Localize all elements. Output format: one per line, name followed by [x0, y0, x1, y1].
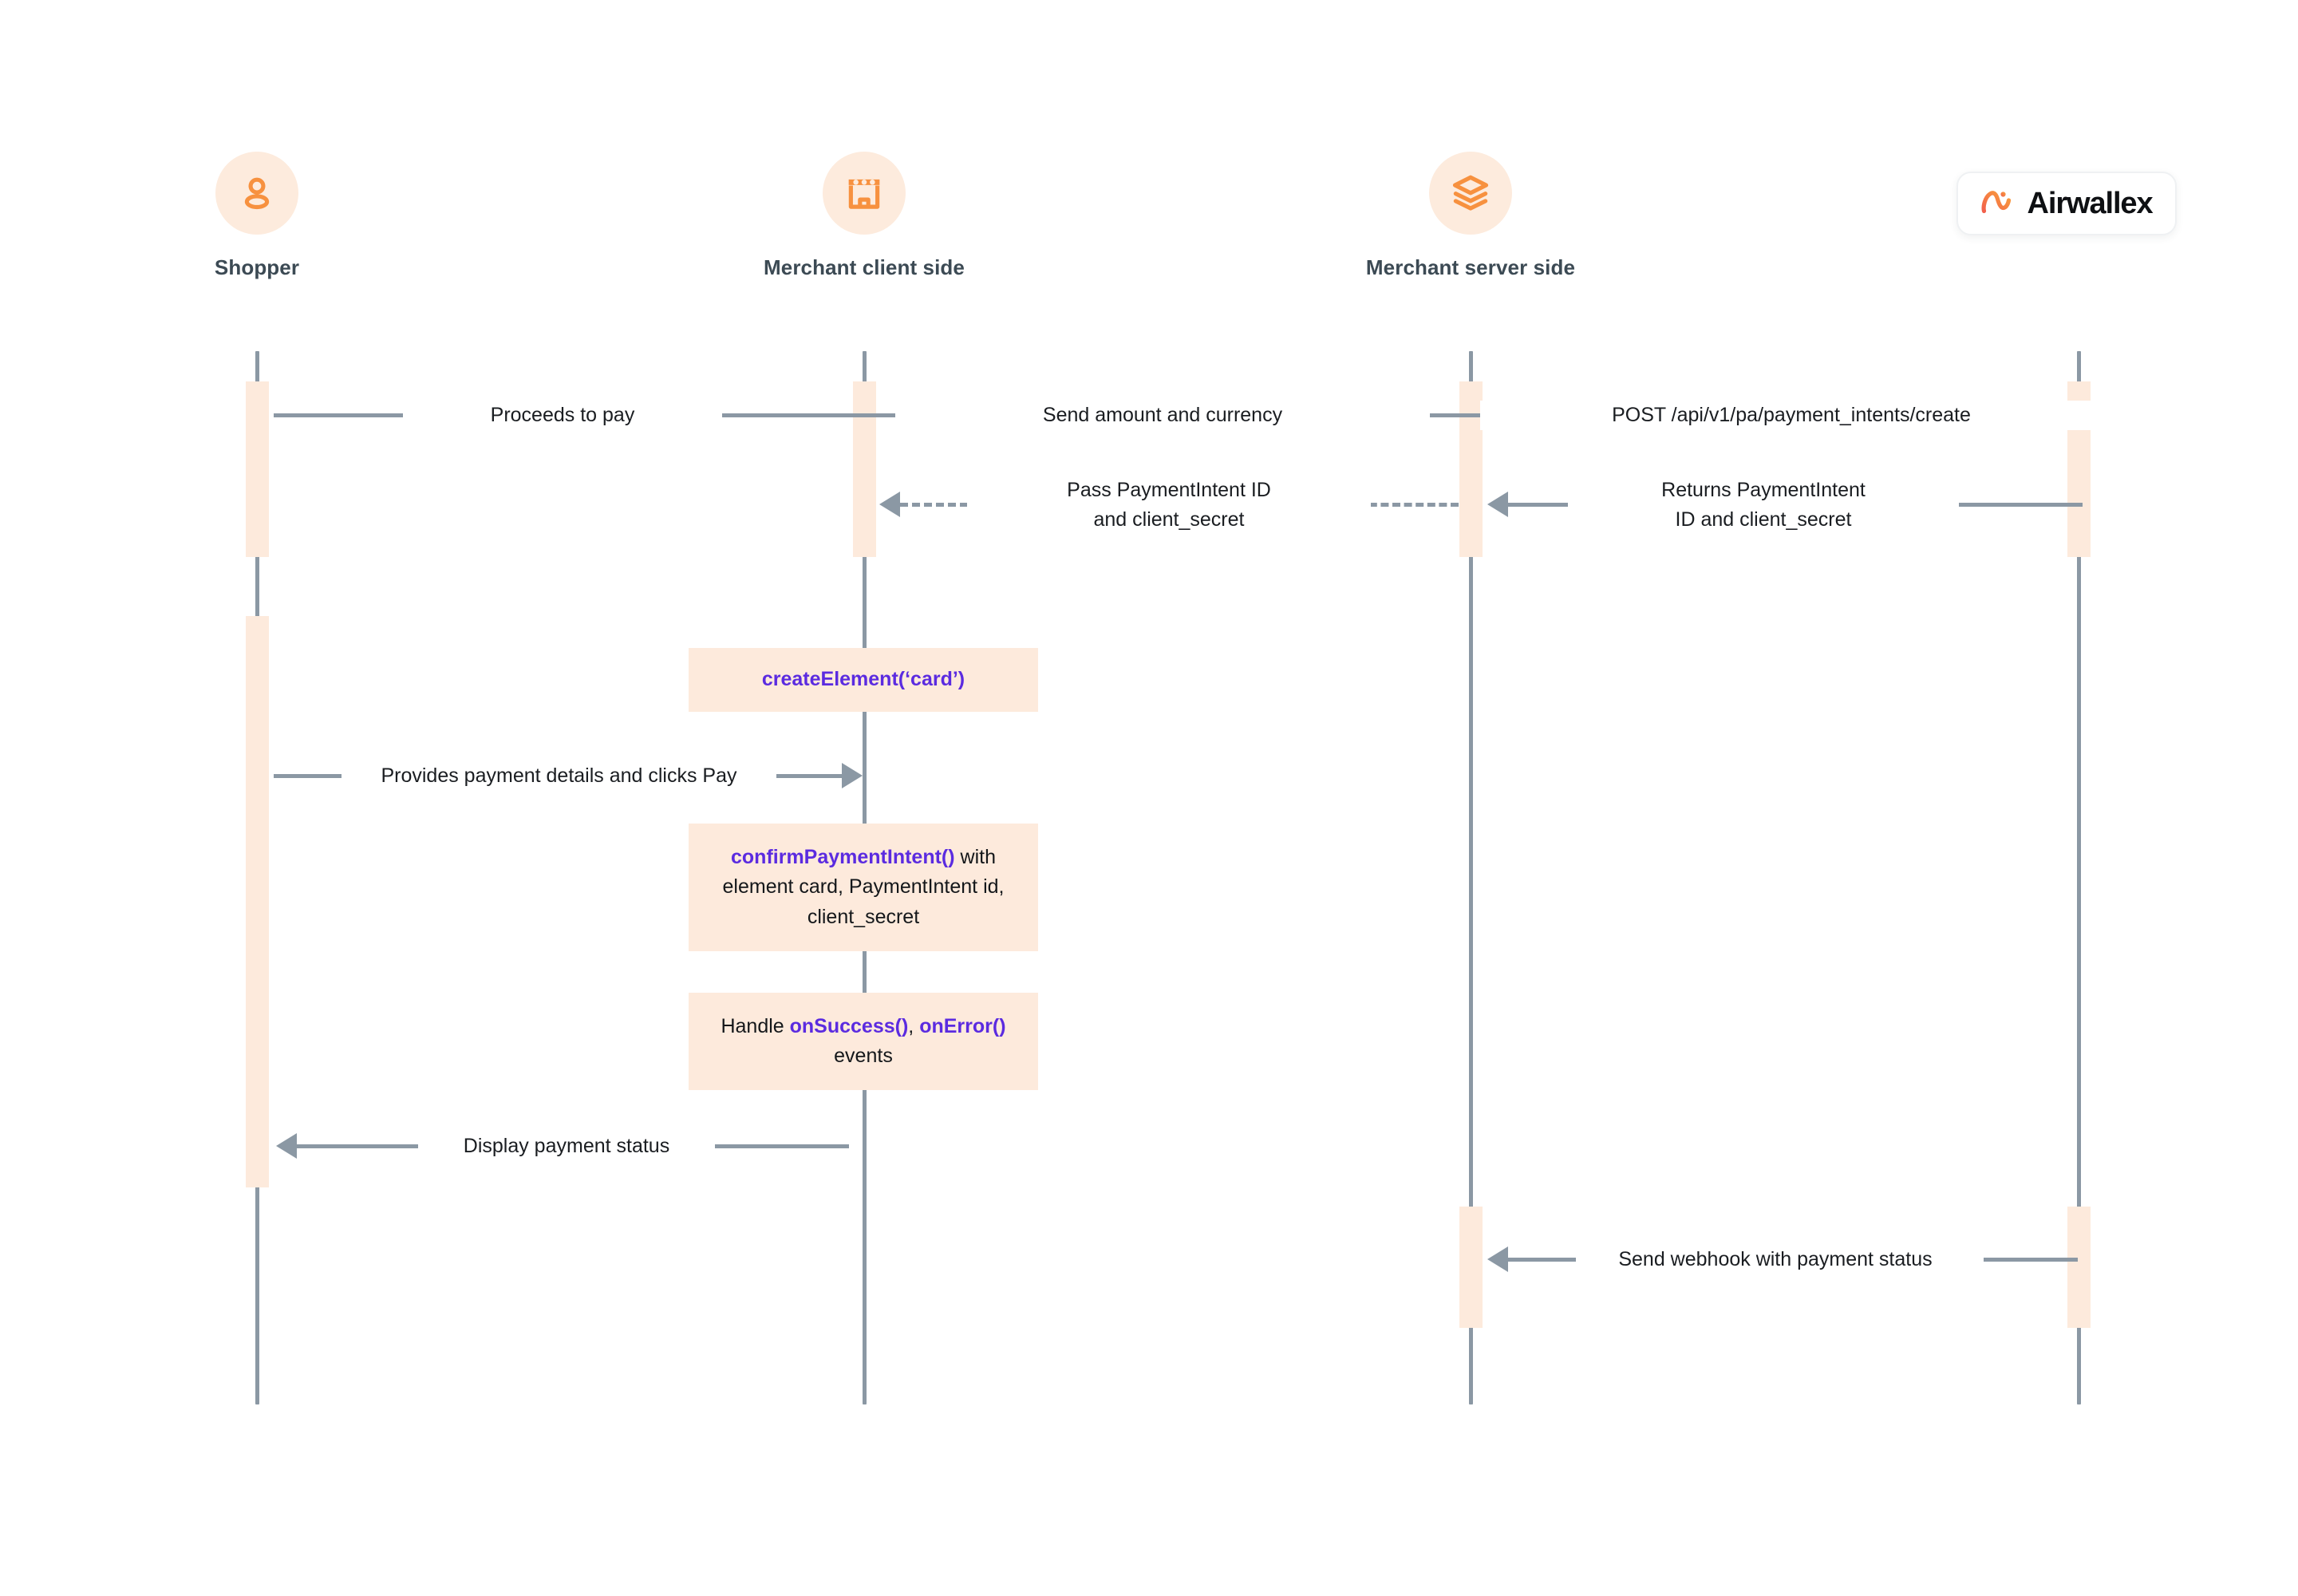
message-line-m8-right [1984, 1258, 2078, 1262]
message-line-m5-right [1939, 503, 2083, 507]
message-arrowhead-m4 [879, 492, 900, 517]
code-token: createElement(‘card’) [761, 668, 965, 691]
activation-merchant-server-1 [1459, 381, 1483, 557]
message-label-m8: Send webhook with payment status [1576, 1245, 1975, 1274]
layers-icon [1429, 152, 1512, 235]
participant-label: Merchant server side [1365, 255, 1576, 279]
message-label-m3: POST /api/v1/pa/payment_intents/create [1480, 401, 2103, 430]
message-arrowhead-m8 [1487, 1246, 1508, 1272]
store-icon [823, 152, 906, 235]
activation-airwallex-2 [2067, 1207, 2091, 1328]
note-text: confirmPaymentIntent() with element card… [708, 843, 1019, 933]
code-token: confirmPaymentIntent() [731, 845, 955, 868]
message-label-m1: Proceeds to pay [403, 401, 722, 430]
code-token: onSuccess() [789, 1014, 909, 1037]
participant-shopper: Shopper [97, 152, 417, 280]
message-arrowhead-m6 [842, 763, 863, 788]
message-arrowhead-m7 [276, 1133, 297, 1159]
participant-label: Merchant client side [764, 255, 965, 279]
activation-shopper-1 [246, 381, 269, 557]
note-create-element: createElement(‘card’) [689, 648, 1038, 712]
message-label-m4: Pass PaymentIntent ID and client_secret [967, 476, 1371, 535]
activation-merchant-server-2 [1459, 1207, 1483, 1328]
message-label-m7: Display payment status [423, 1132, 710, 1161]
message-arrowhead-m5 [1487, 492, 1508, 517]
user-icon [215, 152, 298, 235]
sequence-diagram: Shopper Merchant client side Merchant se [0, 0, 2298, 1596]
message-label-m5: Returns PaymentIntent ID and client_secr… [1568, 476, 1959, 535]
note-handle-events: Handle onSuccess(), onError() events [689, 993, 1038, 1090]
message-line-m7-left [297, 1144, 418, 1148]
airwallex-brand-chip: Airwallex [1956, 172, 2177, 235]
message-label-m6: Provides payment details and clicks Pay [342, 761, 776, 791]
code-token: onError() [919, 1014, 1006, 1037]
activation-shopper-2 [246, 616, 269, 1187]
note-confirm-payment-intent: confirmPaymentIntent() with element card… [689, 824, 1038, 951]
note-plain-text: , [908, 1014, 920, 1037]
note-plain-text: Handle [721, 1014, 790, 1037]
participant-merchant-server: Merchant server side [1311, 152, 1630, 280]
activation-merchant-client-1 [853, 381, 876, 557]
brand-name: Airwallex [2027, 186, 2154, 220]
participant-merchant-client: Merchant client side [705, 152, 1024, 280]
note-text: createElement(‘card’) [762, 665, 965, 695]
note-text: Handle onSuccess(), onError() events [708, 1012, 1019, 1072]
message-label-m2: Send amount and currency [895, 401, 1430, 430]
message-line-m7-right [715, 1144, 849, 1148]
airwallex-logo-icon [1981, 190, 2016, 218]
note-plain-text: events [834, 1045, 893, 1067]
participant-label: Shopper [214, 255, 300, 279]
